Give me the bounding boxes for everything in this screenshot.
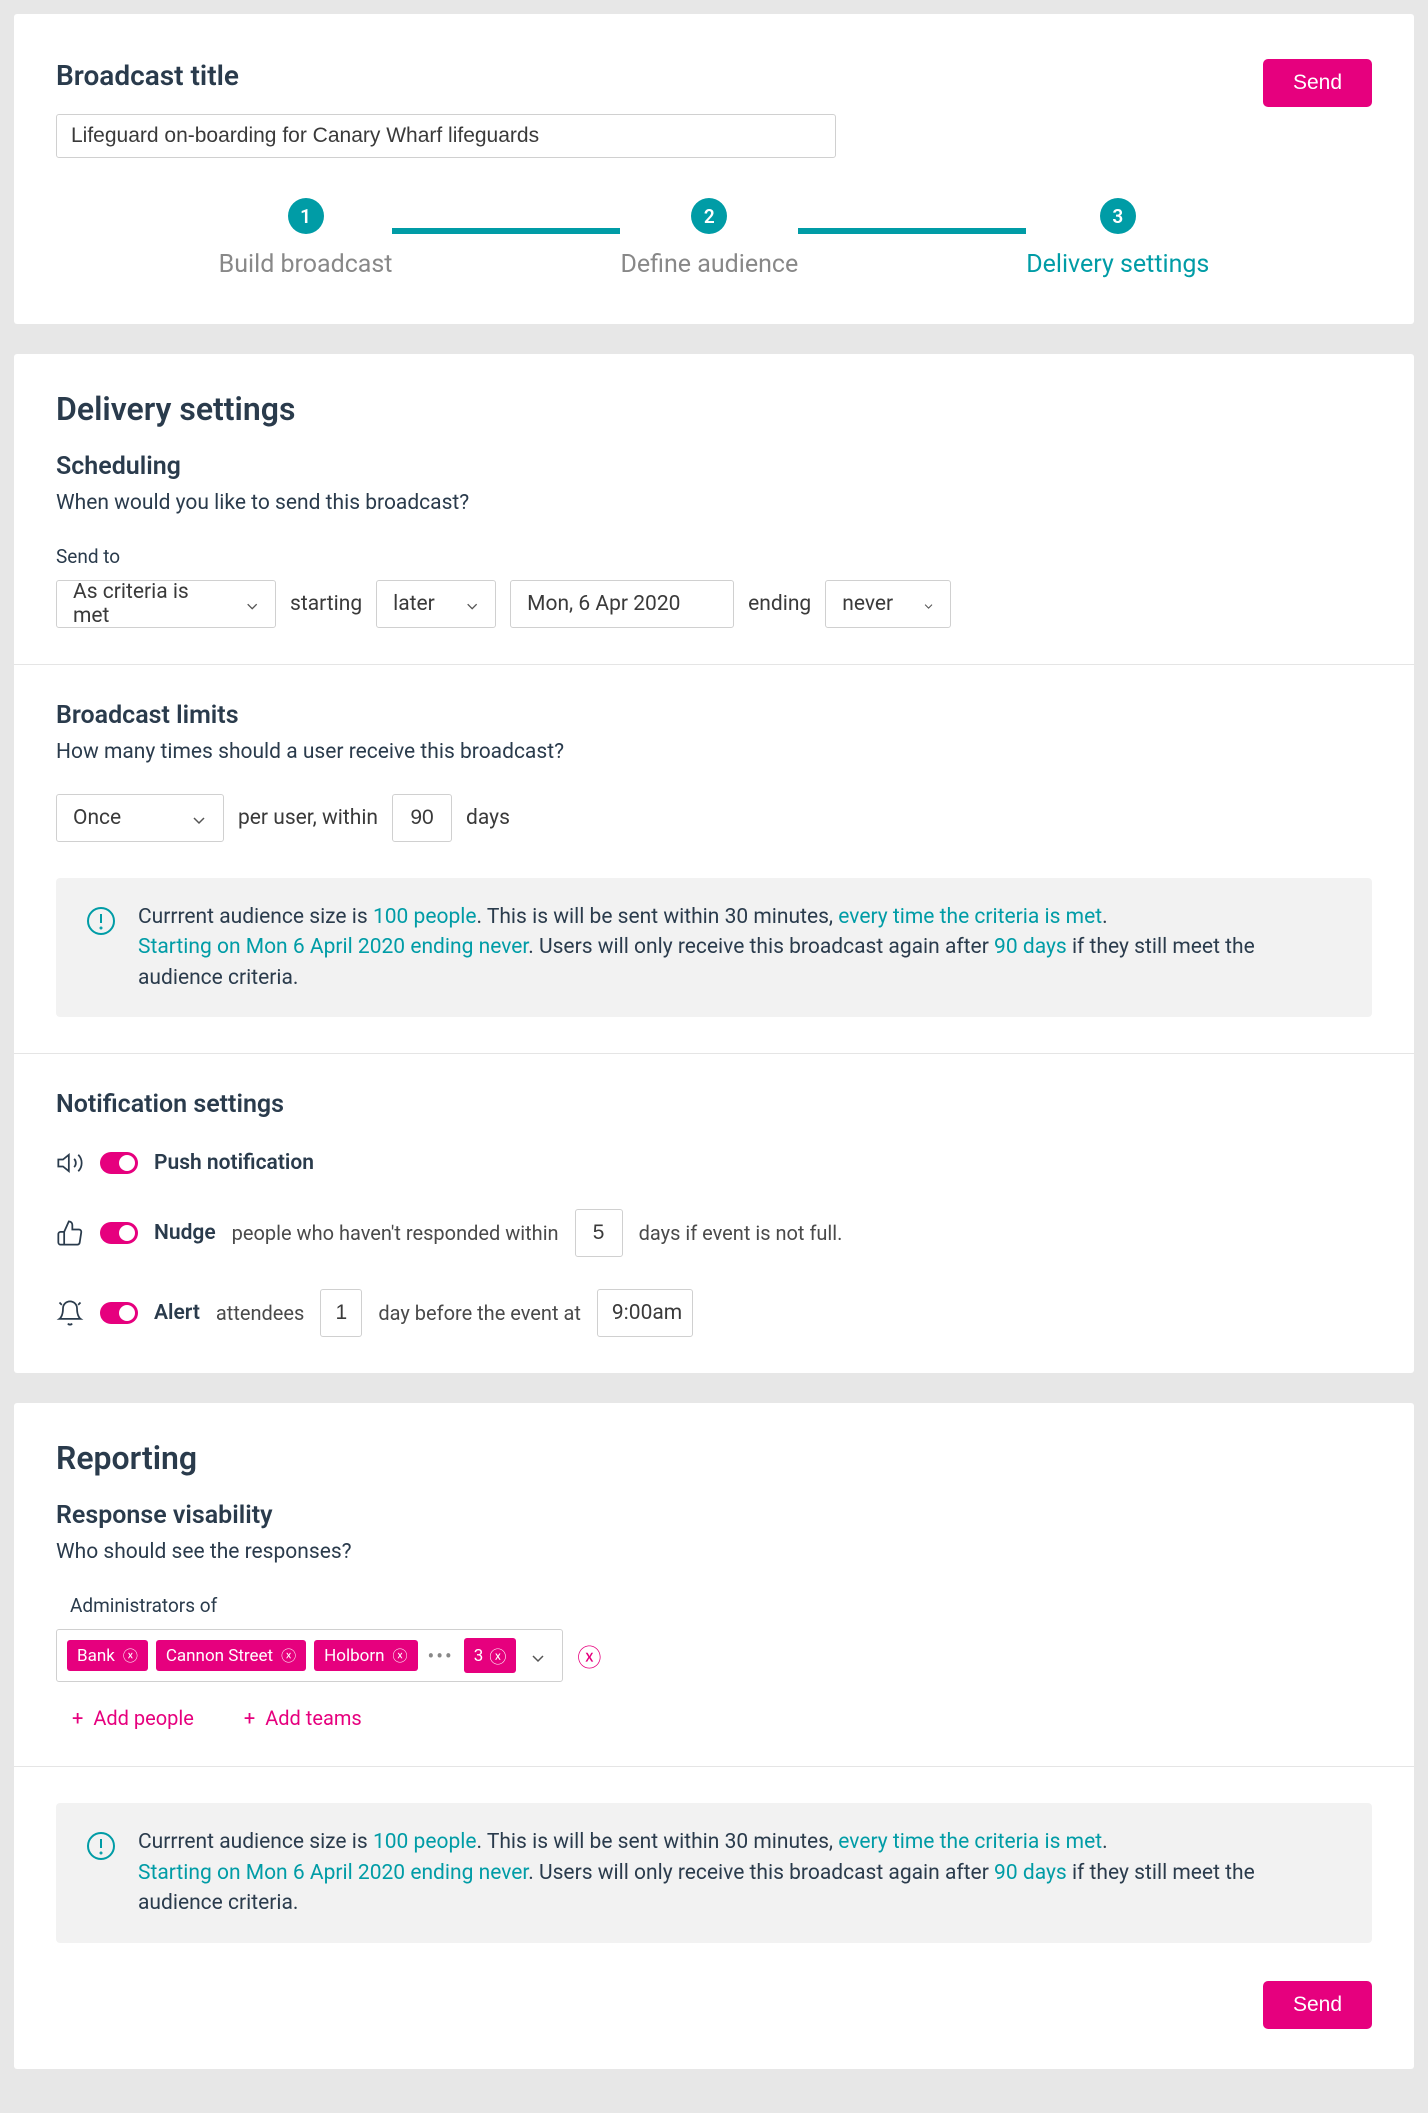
close-icon[interactable]: ⓧ [392, 1645, 407, 1666]
limits-heading: Broadcast limits [56, 701, 1372, 730]
alert-text1: attendees [216, 1301, 304, 1325]
broadcast-title-label: Broadcast title [56, 59, 1263, 92]
step-2-circle[interactable]: 2 [691, 198, 727, 234]
bell-icon [56, 1299, 84, 1327]
visibility-heading: Response visability [56, 1501, 1372, 1530]
alert-text2: day before the event at [378, 1301, 581, 1325]
step-1-label: Build broadcast [219, 250, 393, 279]
ellipsis-icon: ••• [426, 1644, 456, 1668]
scheduling-sub: When would you like to send this broadca… [56, 491, 1372, 515]
push-toggle[interactable] [100, 1152, 138, 1174]
nudge-text2: days if event is not full. [639, 1221, 843, 1245]
criteria-select[interactable]: As criteria is met [56, 580, 276, 628]
chevron-down-icon [465, 596, 479, 612]
stepper: 1 Build broadcast 2 Define audience 3 De… [56, 198, 1372, 279]
add-teams-button[interactable]: +Add teams [244, 1706, 362, 1730]
chip-holborn[interactable]: Holbornⓧ [314, 1640, 417, 1671]
add-people-button[interactable]: +Add people [72, 1706, 194, 1730]
step-line [798, 228, 1026, 234]
step-2-label: Define audience [620, 250, 798, 279]
ending-select[interactable]: never [825, 580, 951, 628]
delivery-heading: Delivery settings [56, 390, 1372, 428]
close-icon[interactable]: ⓧ [489, 1643, 506, 1668]
nudge-label: Nudge [154, 1221, 216, 1245]
scheduling-heading: Scheduling [56, 452, 1372, 481]
starting-select[interactable]: later [376, 580, 496, 628]
nudge-days-input[interactable] [575, 1209, 623, 1257]
close-icon[interactable]: ⓧ [281, 1645, 296, 1666]
chip-cannon-street[interactable]: Cannon Streetⓧ [156, 1640, 306, 1671]
alert-days-input[interactable] [320, 1289, 362, 1337]
reporting-heading: Reporting [56, 1439, 1372, 1477]
visibility-sub: Who should see the responses? [56, 1540, 1372, 1564]
nudge-toggle[interactable] [100, 1222, 138, 1244]
delivery-settings-card: Delivery settings Scheduling When would … [14, 354, 1414, 1373]
step-1-circle[interactable]: 1 [288, 198, 324, 234]
frequency-select[interactable]: Once [56, 794, 224, 842]
info-icon [86, 906, 116, 942]
send-to-label: Send to [56, 545, 1372, 568]
info-icon [86, 1831, 116, 1867]
close-icon[interactable]: ⓧ [123, 1645, 138, 1666]
days-input[interactable] [392, 794, 452, 842]
thumbs-up-icon [56, 1219, 84, 1247]
limits-sub: How many times should a user receive thi… [56, 740, 1372, 764]
chevron-down-icon [923, 596, 934, 612]
chevron-down-icon[interactable] [530, 1648, 546, 1664]
send-button[interactable]: Send [1263, 59, 1372, 107]
plus-icon: + [244, 1706, 255, 1730]
step-3-circle[interactable]: 3 [1100, 198, 1136, 234]
alert-toggle[interactable] [100, 1302, 138, 1324]
info-box: Currrent audience size is 100 people. Th… [56, 878, 1372, 1017]
info-box: Currrent audience size is 100 people. Th… [56, 1803, 1372, 1942]
sound-icon [56, 1149, 84, 1177]
step-3-label: Delivery settings [1026, 250, 1209, 279]
clear-all-icon[interactable]: ⓧ [577, 1638, 601, 1673]
starting-label: starting [290, 592, 362, 616]
date-input[interactable]: Mon, 6 Apr 2020 [510, 580, 734, 628]
chevron-down-icon [245, 596, 259, 612]
admins-multiselect[interactable]: Bankⓧ Cannon Streetⓧ Holbornⓧ ••• 3ⓧ [56, 1629, 563, 1682]
broadcast-title-input[interactable] [56, 114, 836, 158]
nudge-text1: people who haven't responded within [232, 1221, 559, 1245]
admin-label: Administrators of [70, 1594, 1372, 1617]
per-user-label: per user, within [238, 806, 378, 830]
ending-label: ending [748, 592, 811, 616]
send-button-footer[interactable]: Send [1263, 1981, 1372, 2029]
notifications-heading: Notification settings [56, 1090, 1372, 1119]
alert-label: Alert [154, 1301, 200, 1325]
days-label: days [466, 806, 510, 830]
broadcast-header-card: Broadcast title Send 1 Build broadcast 2… [14, 14, 1414, 324]
reporting-card: Reporting Response visability Who should… [14, 1403, 1414, 2068]
chevron-down-icon [191, 810, 207, 826]
alert-time-input[interactable]: 9:00am [597, 1289, 693, 1337]
plus-icon: + [72, 1706, 83, 1730]
more-count-chip[interactable]: 3ⓧ [464, 1638, 517, 1673]
step-line [392, 228, 620, 234]
chip-bank[interactable]: Bankⓧ [67, 1640, 148, 1671]
push-label: Push notification [154, 1151, 314, 1175]
